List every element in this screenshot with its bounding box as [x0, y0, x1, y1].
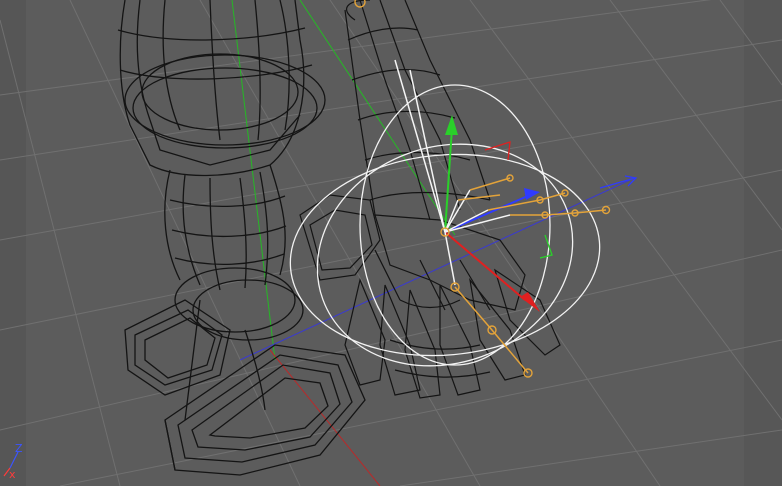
finger-bone-index — [469, 177, 511, 191]
axis-x-label: x — [9, 468, 16, 481]
perspective-3d-viewport[interactable]: Z x — [0, 0, 782, 486]
axis-z-label: Z — [15, 442, 23, 455]
world-y-axis-line — [231, 0, 276, 361]
world-x-axis-line — [269, 349, 381, 486]
floor-grid — [0, 0, 782, 486]
gizmo-y-arrow-head — [445, 115, 458, 135]
hand-bone-rig[interactable] — [354, 0, 611, 378]
scene-canvas[interactable] — [0, 0, 782, 486]
world-z-axis-line — [239, 179, 631, 361]
gizmo-ring-outer — [289, 153, 601, 357]
